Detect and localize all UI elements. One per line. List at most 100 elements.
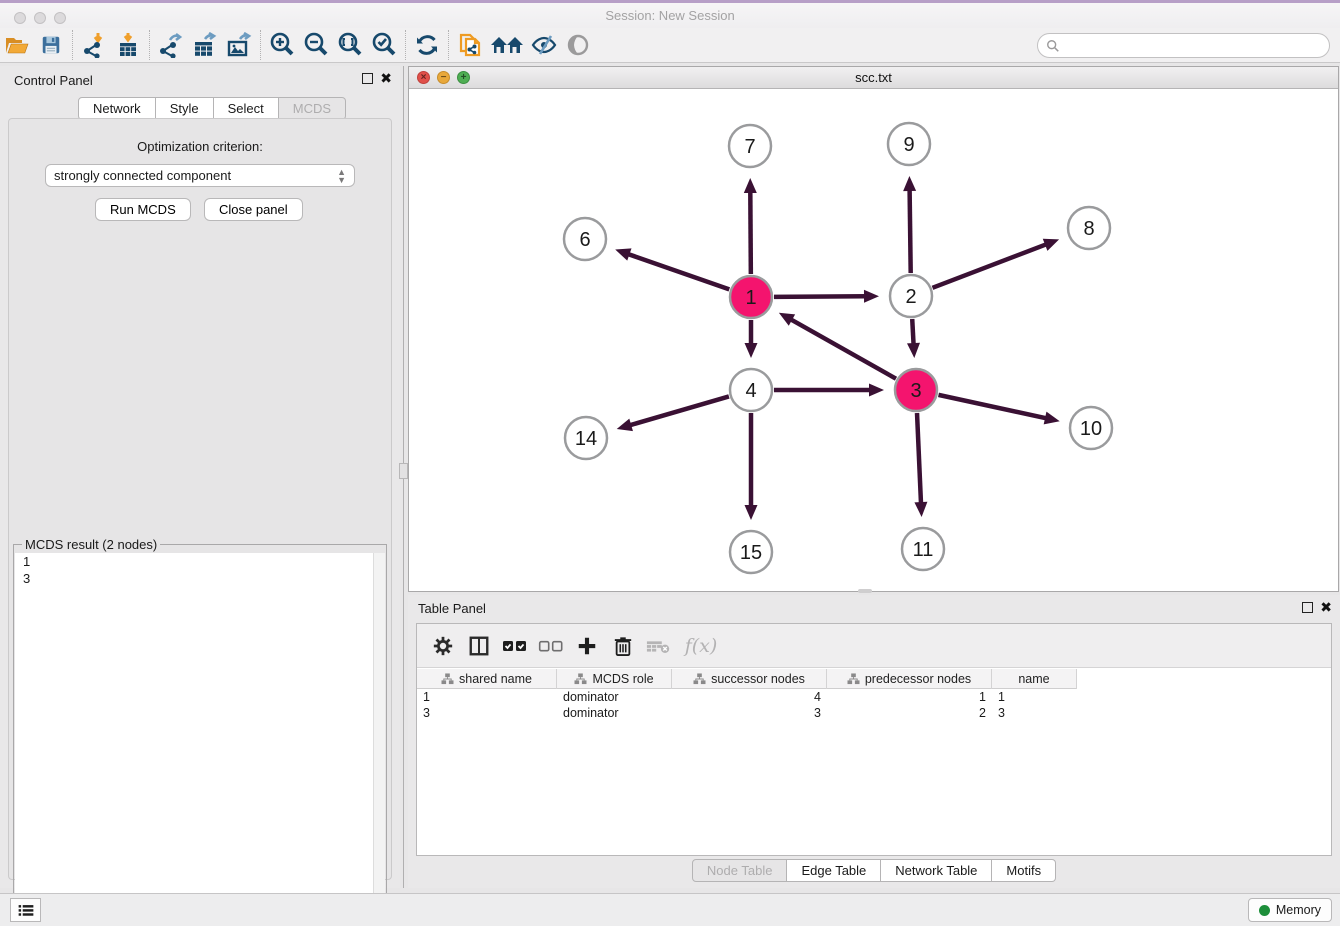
table-row[interactable]: 1dominator411 (417, 690, 1331, 706)
graph-edge-arrowhead (617, 419, 633, 431)
zoom-network-icon[interactable]: + (457, 71, 470, 84)
float-table-panel-icon[interactable] (1302, 602, 1313, 613)
table-panel-tabs: Node Table Edge Table Network Table Moti… (408, 859, 1340, 882)
close-panel-button[interactable]: Close panel (204, 198, 303, 221)
select-stepper-icon: ▲▼ (337, 168, 346, 184)
tab-edge-table[interactable]: Edge Table (787, 859, 881, 882)
export-table-icon (191, 32, 219, 58)
zoom-out-button[interactable] (299, 30, 333, 60)
save-icon (40, 34, 62, 56)
export-table-button[interactable] (188, 30, 222, 60)
column-type-icon (574, 673, 587, 685)
first-neighbors-button[interactable] (487, 30, 527, 60)
graph-edge-arrowhead (903, 176, 916, 191)
main-window-controls[interactable] (14, 12, 66, 24)
control-panel-title: Control Panel (14, 73, 93, 88)
new-network-from-selection-button[interactable] (453, 30, 487, 60)
graph-edge-arrowhead (914, 502, 927, 517)
tab-style[interactable]: Style (156, 97, 214, 120)
close-panel-icon[interactable]: ✖ (380, 73, 392, 84)
zoom-window-icon[interactable] (54, 12, 66, 24)
zoom-fit-button[interactable] (333, 30, 367, 60)
columns-icon (468, 635, 490, 657)
search-field[interactable] (1037, 33, 1330, 58)
horizontal-divider-handle[interactable] (858, 589, 872, 593)
mcds-result-groupbox: MCDS result (2 nodes) 1 3 (13, 544, 387, 921)
tab-node-table[interactable]: Node Table (692, 859, 788, 882)
panel-divider-handle[interactable] (399, 463, 408, 479)
search-input[interactable] (1060, 38, 1329, 53)
node-table-body: 1dominator4113dominator323 (417, 690, 1331, 722)
toolbar-separator (149, 30, 150, 60)
tab-network[interactable]: Network (78, 97, 156, 120)
tab-select[interactable]: Select (214, 97, 279, 120)
open-file-button[interactable] (0, 30, 34, 60)
save-session-button[interactable] (34, 30, 68, 60)
table-cell: dominator (557, 706, 672, 722)
minimize-window-icon[interactable] (34, 12, 46, 24)
tab-network-table[interactable]: Network Table (881, 859, 992, 882)
result-scrollbar[interactable] (373, 553, 385, 919)
network-window-controls[interactable]: × − + (417, 71, 470, 84)
close-table-panel-icon[interactable]: ✖ (1320, 602, 1332, 613)
column-header-name[interactable]: name (992, 669, 1077, 689)
show-column-button[interactable] (463, 630, 495, 662)
optimization-criterion-select[interactable]: strongly connected component ▲▼ (45, 164, 355, 187)
column-header-shared-name[interactable]: shared name (417, 669, 557, 689)
run-mcds-button[interactable]: Run MCDS (95, 198, 191, 221)
import-network-icon (81, 32, 107, 58)
deselect-all-button[interactable] (535, 630, 567, 662)
table-settings-button[interactable] (427, 630, 459, 662)
network-window-title: scc.txt (409, 67, 1338, 88)
delete-table-button[interactable] (643, 630, 675, 662)
network-graph[interactable]: 7968124314101511 (409, 89, 1338, 591)
toolbar-separator (448, 30, 449, 60)
function-builder-button[interactable]: f(x) (679, 630, 723, 662)
graph-edge[interactable] (912, 319, 913, 345)
main-titlebar[interactable]: Session: New Session (0, 3, 1340, 28)
tab-mcds[interactable]: MCDS (279, 97, 346, 120)
graph-edge[interactable] (750, 191, 751, 274)
table-row[interactable]: 3dominator323 (417, 706, 1331, 722)
network-list-button[interactable] (10, 898, 41, 922)
float-panel-icon[interactable] (362, 73, 373, 84)
control-panel-header: Control Panel ✖ (0, 66, 400, 94)
column-header-mcds-role[interactable]: MCDS role (557, 669, 672, 689)
mcds-result-list[interactable]: 1 3 (15, 553, 385, 919)
graph-edge[interactable] (790, 319, 896, 379)
column-type-icon (441, 673, 454, 685)
table-cell: 2 (827, 706, 992, 722)
add-column-button[interactable] (571, 630, 603, 662)
hide-graphics-details-button[interactable] (527, 30, 561, 60)
graph-edge[interactable] (917, 413, 921, 504)
export-network-button[interactable] (154, 30, 188, 60)
graph-edge[interactable] (629, 396, 729, 425)
graph-edge[interactable] (627, 254, 729, 290)
tab-motifs[interactable]: Motifs (992, 859, 1056, 882)
graph-edge[interactable] (938, 395, 1047, 419)
graph-edge[interactable] (932, 244, 1046, 288)
close-window-icon[interactable] (14, 12, 26, 24)
export-image-button[interactable] (222, 30, 256, 60)
graph-edge[interactable] (910, 189, 911, 273)
zoom-selected-button[interactable] (367, 30, 401, 60)
import-network-button[interactable] (77, 30, 111, 60)
memory-button[interactable]: Memory (1248, 898, 1332, 922)
network-window-titlebar[interactable]: × − + scc.txt (409, 67, 1338, 89)
column-header-successor-nodes[interactable]: successor nodes (672, 669, 827, 689)
table-cell: 3 (417, 706, 557, 722)
minimize-network-icon[interactable]: − (437, 71, 450, 84)
column-header-predecessor-nodes[interactable]: predecessor nodes (827, 669, 992, 689)
zoom-in-button[interactable] (265, 30, 299, 60)
graph-node-label: 8 (1083, 218, 1094, 240)
delete-column-button[interactable] (607, 630, 639, 662)
close-network-icon[interactable]: × (417, 71, 430, 84)
graph-edge-arrowhead (1043, 239, 1059, 251)
select-all-button[interactable] (499, 630, 531, 662)
show-graphics-details-button[interactable] (561, 30, 595, 60)
plus-icon (576, 635, 598, 657)
import-table-button[interactable] (111, 30, 145, 60)
status-bar: Memory (0, 893, 1340, 926)
refresh-view-button[interactable] (410, 30, 444, 60)
graph-edge[interactable] (774, 296, 866, 297)
